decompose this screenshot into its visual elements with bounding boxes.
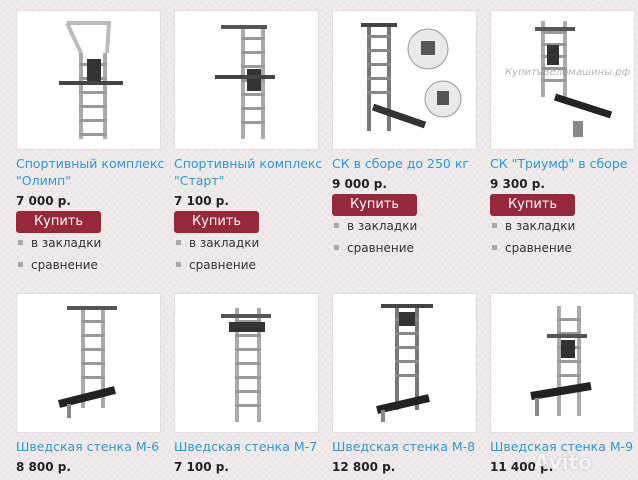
bookmark-link[interactable]: в закладки	[18, 236, 101, 250]
compare-link[interactable]: сравнение	[492, 241, 572, 255]
square-bullet-icon	[492, 223, 497, 228]
product-price: 7 100 р.	[174, 194, 229, 208]
square-bullet-icon	[334, 245, 339, 250]
bookmark-link-label[interactable]: в закладки	[189, 236, 259, 250]
product-title-line1[interactable]: Шведская стенка М-6	[16, 439, 159, 454]
bookmark-link-label[interactable]: в закладки	[347, 219, 417, 233]
product-price: 9 300 р.	[490, 177, 545, 191]
compare-link-label[interactable]: сравнение	[189, 258, 256, 272]
wall-bars-bench-icon	[535, 21, 613, 137]
product-image[interactable]	[490, 293, 635, 433]
wall-bars-pullup-icon	[221, 308, 271, 422]
buy-button[interactable]: Купить	[490, 194, 575, 216]
wall-bars-bench-icon	[530, 306, 592, 416]
image-watermark: КупитьВеломашины.рф	[505, 67, 631, 78]
compare-link[interactable]: сравнение	[176, 258, 256, 272]
compare-link-label[interactable]: сравнение	[505, 241, 572, 255]
product-image[interactable]: КупитьВеломашины.рф	[490, 10, 635, 150]
product-price: 9 000 р.	[332, 177, 387, 191]
product-image[interactable]	[16, 10, 161, 150]
bookmark-link-label[interactable]: в закладки	[505, 219, 575, 233]
product-title[interactable]: СК "Триумф" в сборе	[490, 155, 638, 172]
product-price: 7 100 р.	[174, 460, 229, 474]
wall-bars-bench-icon	[58, 306, 117, 418]
product-image[interactable]	[174, 10, 319, 150]
bookmark-link[interactable]: в закладки	[176, 236, 259, 250]
product-image[interactable]	[16, 293, 161, 433]
product-title[interactable]: Шведская стенка М-6	[16, 438, 166, 455]
product-title[interactable]: Шведская стенка М-7	[174, 438, 324, 455]
square-bullet-icon	[176, 240, 181, 245]
product-title-line1[interactable]: СК в сборе до 250 кг	[332, 156, 469, 171]
product-title-line1[interactable]: Спортивный комплекс	[16, 156, 164, 171]
compare-link[interactable]: сравнение	[18, 258, 98, 272]
bookmark-link[interactable]: в закладки	[334, 219, 417, 233]
square-bullet-icon	[492, 245, 497, 250]
product-price: 8 800 р.	[16, 460, 71, 474]
avito-watermark: Avito	[534, 450, 592, 474]
product-title-line1[interactable]: Шведская стенка М-8	[332, 439, 475, 454]
wall-bars-bench-icon	[361, 23, 462, 131]
square-bullet-icon	[176, 262, 181, 267]
wall-bars-pullup-icon	[59, 21, 123, 139]
product-image[interactable]	[332, 10, 477, 150]
product-title-line1[interactable]: Шведская стенка М-7	[174, 439, 317, 454]
product-price: 12 800 р.	[332, 460, 396, 474]
compare-link-label[interactable]: сравнение	[347, 241, 414, 255]
product-title[interactable]: Спортивный комплекс "Олимп"	[16, 155, 166, 189]
compare-link[interactable]: сравнение	[334, 241, 414, 255]
product-image[interactable]	[332, 293, 477, 433]
product-image[interactable]	[174, 293, 319, 433]
wall-bars-pullup-icon	[215, 25, 275, 139]
compare-link-label[interactable]: сравнение	[31, 258, 98, 272]
product-title-line1[interactable]: Спортивный комплекс	[174, 156, 322, 171]
product-title-line1[interactable]: СК "Триумф" в сборе	[490, 156, 627, 171]
product-title[interactable]: Спортивный комплекс "Старт"	[174, 155, 324, 189]
buy-button[interactable]: Купить	[332, 194, 417, 216]
bookmark-link-label[interactable]: в закладки	[31, 236, 101, 250]
product-price: 7 000 р.	[16, 194, 71, 208]
buy-button[interactable]: Купить	[16, 211, 101, 233]
wall-bars-bench-icon	[376, 304, 433, 422]
buy-button[interactable]: Купить	[174, 211, 259, 233]
product-title[interactable]: СК в сборе до 250 кг	[332, 155, 482, 172]
product-title-line2[interactable]: "Старт"	[174, 173, 224, 188]
square-bullet-icon	[18, 262, 23, 267]
bookmark-link[interactable]: в закладки	[492, 219, 575, 233]
product-title[interactable]: Шведская стенка М-8	[332, 438, 482, 455]
square-bullet-icon	[334, 223, 339, 228]
product-title-line2[interactable]: "Олимп"	[16, 173, 71, 188]
square-bullet-icon	[18, 240, 23, 245]
